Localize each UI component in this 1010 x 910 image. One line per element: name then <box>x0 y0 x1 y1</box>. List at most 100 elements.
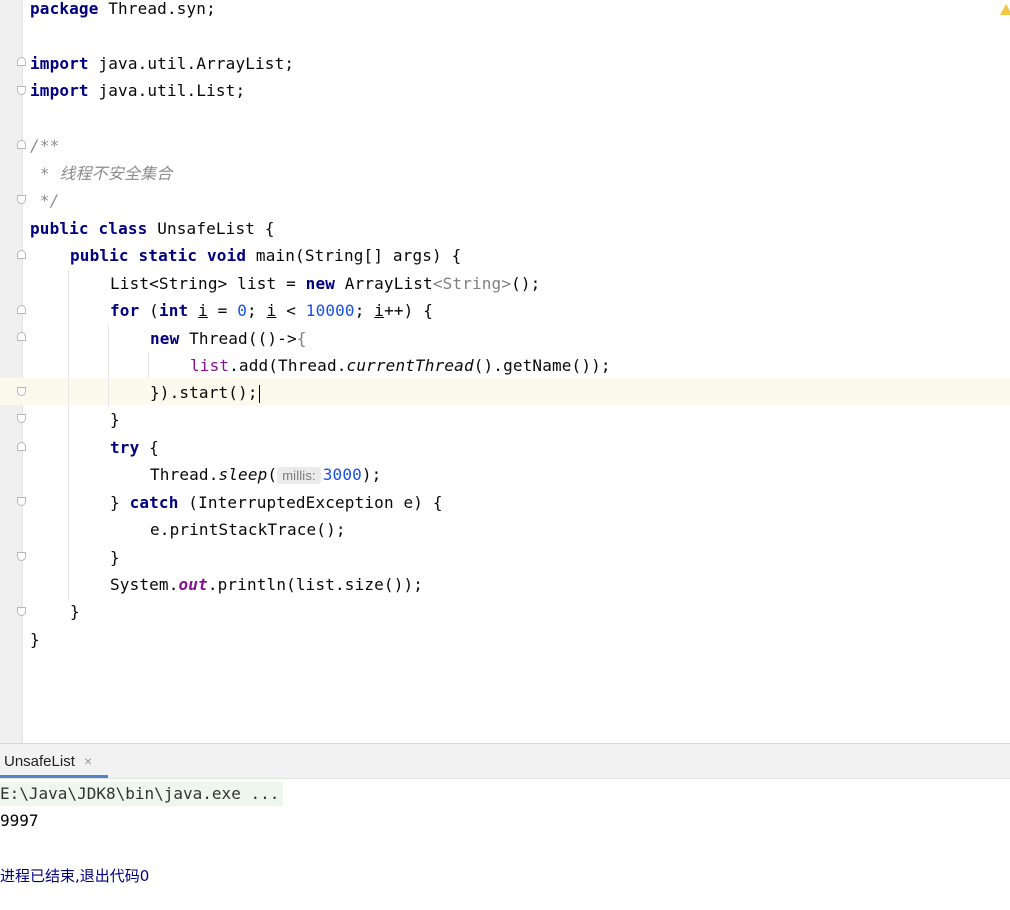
fold-marker-icon[interactable] <box>17 195 26 204</box>
keyword: int <box>158 301 189 320</box>
number-literal: 10000 <box>305 301 355 320</box>
code-text: Thread. <box>150 465 219 484</box>
code-line: try { <box>110 434 159 461</box>
code-text: main(String[] args) { <box>246 246 462 265</box>
code-line: * 线程不安全集合 <box>30 160 172 187</box>
code-text: .println(list.size()); <box>207 575 424 594</box>
code-text: } <box>30 630 40 649</box>
number-literal: 3000 <box>322 465 362 484</box>
code-line: package Thread.syn; <box>30 0 216 22</box>
code-text: { <box>139 438 159 457</box>
run-tab-unsafelist[interactable]: UnsafeList × <box>0 744 108 778</box>
keyword: class <box>98 219 148 238</box>
captured-variable: list <box>190 356 230 375</box>
indent-guide <box>68 270 69 600</box>
code-line: import java.util.ArrayList; <box>30 50 294 77</box>
code-line: e.printStackTrace(); <box>150 516 346 543</box>
code-line: } <box>110 406 120 433</box>
keyword: void <box>207 246 247 265</box>
loop-variable: i <box>266 301 277 320</box>
code-line: public class UnsafeList { <box>30 215 275 242</box>
code-text: ArrayList <box>335 274 433 293</box>
keyword: for <box>110 301 140 320</box>
comment: * 线程不安全集合 <box>30 164 173 183</box>
warning-icon[interactable] <box>1000 4 1010 15</box>
number-literal: 0 <box>237 301 248 320</box>
run-tab-label: UnsafeList <box>4 753 75 770</box>
indent-guide <box>108 325 109 407</box>
code-text: .add(Thread. <box>229 356 347 375</box>
code-text: ++) { <box>384 301 433 320</box>
code-text: java.util.ArrayList; <box>88 54 295 73</box>
code-text: = <box>207 301 238 320</box>
keyword: public <box>70 246 129 265</box>
redundant-generic: <String> <box>432 274 512 293</box>
code-text: Thread.syn; <box>98 0 216 18</box>
fold-marker-icon[interactable] <box>17 497 26 506</box>
code-text: UnsafeList { <box>147 219 275 238</box>
code-line: } <box>70 598 80 625</box>
lambda-brace: { <box>296 329 307 348</box>
code-text: ().getName()); <box>473 356 611 375</box>
code-text: List<String> list = <box>110 274 306 293</box>
keyword: new <box>150 329 180 348</box>
run-tab-bar: UnsafeList × <box>0 744 1010 779</box>
code-text: ); <box>361 465 382 484</box>
fold-marker-icon[interactable] <box>17 140 26 149</box>
run-command-line[interactable]: E:\Java\JDK8\bin\java.exe ... <box>0 782 284 806</box>
keyword: try <box>110 438 140 457</box>
loop-variable: i <box>198 301 208 320</box>
code-text: (InterruptedException e) { <box>178 493 443 512</box>
code-line: } <box>110 544 120 571</box>
code-text: < <box>276 301 306 320</box>
code-line: System.out.println(list.size()); <box>110 571 423 598</box>
code-text: java.util.List; <box>88 81 246 100</box>
code-line: Thread.sleep(millis: 3000); <box>150 461 381 488</box>
code-text: ( <box>267 465 278 484</box>
code-text: }).start(); <box>150 383 258 402</box>
run-tool-window[interactable]: UnsafeList × E:\Java\JDK8\bin\java.exe .… <box>0 743 1010 910</box>
comment: */ <box>30 191 60 210</box>
keyword: catch <box>129 493 179 512</box>
fold-marker-icon[interactable] <box>17 332 26 341</box>
keyword: static <box>138 246 198 265</box>
code-text: ; <box>247 301 267 320</box>
fold-marker-icon[interactable] <box>17 57 26 66</box>
code-text: ( <box>139 301 159 320</box>
fold-marker-icon[interactable] <box>17 387 26 396</box>
fold-marker-icon[interactable] <box>17 442 26 451</box>
code-text: e.printStackTrace(); <box>150 520 346 539</box>
code-text: } <box>70 602 80 621</box>
code-line: new Thread(()->{ <box>150 325 307 352</box>
code-text: (); <box>511 274 541 293</box>
code-line: public static void main(String[] args) { <box>70 242 461 269</box>
keyword: public <box>30 219 89 238</box>
keyword: import <box>30 81 89 100</box>
code-text: System. <box>110 575 179 594</box>
code-text: } <box>110 548 120 567</box>
fold-marker-icon[interactable] <box>17 86 26 95</box>
fold-marker-icon[interactable] <box>17 305 26 314</box>
code-line: import java.util.List; <box>30 77 245 104</box>
fold-marker-icon[interactable] <box>17 607 26 616</box>
close-icon[interactable]: × <box>84 753 92 769</box>
code-line: List<String> list = new ArrayList<String… <box>110 270 540 297</box>
active-tab-indicator <box>0 775 108 778</box>
editor-gutter[interactable] <box>0 0 23 743</box>
code-line: } catch (InterruptedException e) { <box>110 489 443 516</box>
code-editor[interactable]: package Thread.syn; import java.util.Arr… <box>0 0 1010 743</box>
fold-marker-icon[interactable] <box>17 414 26 423</box>
fold-marker-icon[interactable] <box>17 552 26 561</box>
indent-guide <box>148 352 149 379</box>
console-output: 9997 <box>0 811 39 830</box>
code-line: list.add(Thread.currentThread().getName(… <box>190 352 611 379</box>
code-text: Thread(()-> <box>179 329 297 348</box>
keyword: import <box>30 54 89 73</box>
keyword: new <box>305 274 336 293</box>
fold-marker-icon[interactable] <box>17 250 26 259</box>
keyword: package <box>30 0 99 18</box>
comment: /** <box>30 136 60 155</box>
static-field: out <box>178 575 208 594</box>
code-text: ; <box>354 301 375 320</box>
static-method: sleep <box>218 465 268 484</box>
